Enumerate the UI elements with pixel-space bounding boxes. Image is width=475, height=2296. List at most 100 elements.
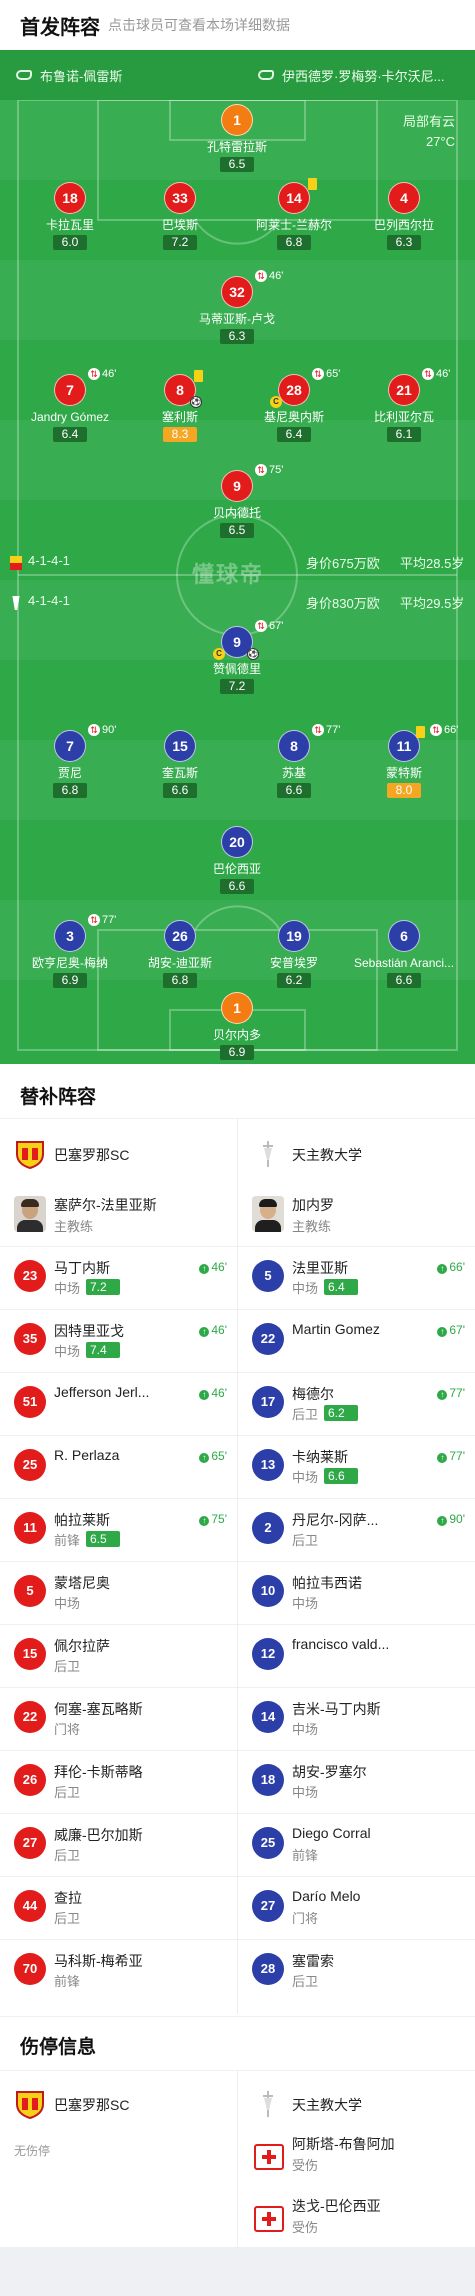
pitch-player[interactable]: 11 ⇅ 66' 蒙特斯 8.0: [344, 724, 464, 799]
home-avg-age: 平均28.5岁: [400, 556, 465, 571]
pitch-player[interactable]: 9 ⇅ 75' 贝内德托 6.5: [177, 464, 297, 539]
medical-kit-icon: [254, 2144, 284, 2170]
pitch-player[interactable]: 8 ⚽ 塞利斯 8.3: [120, 370, 240, 443]
sub-player-row[interactable]: 51 Jefferson Jerl... ↑ 46': [0, 1372, 237, 1435]
player-name: 胡安-罗塞尔: [292, 1764, 367, 1780]
player-name: 蒙塔尼奥: [54, 1575, 110, 1591]
pitch-player[interactable]: 4 巴列西尔拉 6.3: [344, 182, 464, 251]
away-formation: 4-1-4-1: [28, 593, 70, 608]
pitch-player[interactable]: 6 Sebastián Aranci... 6.6: [344, 920, 464, 989]
home-coach-avatar: [14, 1196, 46, 1232]
home-coach-name[interactable]: 布鲁诺-佩雷斯: [40, 66, 122, 85]
sub-player-row[interactable]: 27 Darío Melo 门将: [238, 1876, 475, 1939]
pitch-player[interactable]: 15 奎瓦斯 6.6: [120, 730, 240, 799]
sub-player-row[interactable]: 2 丹尼尔-冈萨... 后卫 ↑ 90': [238, 1498, 475, 1561]
player-rating: 6.2: [324, 1405, 358, 1421]
pitch-player[interactable]: 3 ⇅ 77' 欧亨尼奥-梅纳 6.9: [10, 914, 130, 989]
player-name: Jefferson Jerl...: [54, 1384, 150, 1400]
away-flag-icon: [12, 596, 20, 610]
player-position: 中场: [292, 1596, 319, 1611]
sub-player-row[interactable]: 25 Diego Corral 前锋: [238, 1813, 475, 1876]
pitch-player[interactable]: 9 C ⚽ ⇅ 67' 赞佩德里 7.2: [177, 620, 297, 695]
player-name: 帕拉韦西诺: [292, 1575, 362, 1591]
home-club-name[interactable]: 巴塞罗那SC: [54, 1145, 129, 1165]
inj-away-club-name[interactable]: 天主教大学: [292, 2095, 362, 2115]
sub-in-time: ↑ 46': [199, 1260, 227, 1274]
pitch-player[interactable]: 8 ⇅ 77' 苏基 6.6: [234, 724, 354, 799]
pitch-player[interactable]: 1 孔特雷拉斯 6.5: [177, 104, 297, 173]
pitch-player[interactable]: 18 卡拉瓦里 6.0: [10, 182, 130, 251]
pitch-player[interactable]: 7 ⇅ 90' 贾尼 6.8: [10, 724, 130, 799]
home-sub-coach-name[interactable]: 塞萨尔-法里亚斯: [54, 1195, 157, 1215]
page-bottom-gap: [0, 2247, 475, 2296]
player-name: 马丁内斯: [54, 1260, 110, 1276]
sub-player-row[interactable]: 17 梅德尔 后卫 6.2 ↑ 77': [238, 1372, 475, 1435]
sub-player-row[interactable]: 23 马丁内斯 中场 7.2 ↑ 46': [0, 1246, 237, 1309]
injured-player-name[interactable]: 迭戈-巴伦西亚: [292, 2196, 381, 2216]
sub-player-row[interactable]: 22 何塞-塞瓦略斯 门将: [0, 1687, 237, 1750]
page-subtitle: 点击球员可查看本场详细数据: [108, 17, 290, 33]
home-club-logo: [16, 2091, 44, 2120]
sub-player-row[interactable]: 70 马科斯-梅希亚 前锋: [0, 1939, 237, 2002]
player-name: 吉米-马丁内斯: [292, 1701, 381, 1717]
sub-out-icon: ⇅: [312, 368, 324, 380]
player-number: 13: [252, 1449, 284, 1481]
away-sub-coach-name[interactable]: 加内罗: [292, 1195, 334, 1215]
sub-player-row[interactable]: 28 塞雷索 后卫: [238, 1939, 475, 2002]
captain-icon: C: [270, 396, 282, 408]
pitch-player[interactable]: 26 胡安-迪亚斯 6.8: [120, 920, 240, 989]
yellow-card-icon: [416, 726, 425, 738]
sub-player-row[interactable]: 10 帕拉韦西诺 中场: [238, 1561, 475, 1624]
sub-minute: 75': [269, 464, 284, 476]
player-name: 卡纳莱斯: [292, 1449, 348, 1465]
pitch-player[interactable]: 14 阿莱士-兰赫尔 6.8: [234, 178, 354, 251]
sub-player-row[interactable]: 22 Martin Gomez ↑ 67': [238, 1309, 475, 1372]
pitch-player[interactable]: 20 巴伦西亚 6.6: [177, 826, 297, 895]
sub-in-time: ↑ 67': [437, 1323, 465, 1337]
away-club-name[interactable]: 天主教大学: [292, 1145, 362, 1165]
pitch-player[interactable]: 19 安普埃罗 6.2: [234, 920, 354, 989]
player-position: 后卫: [54, 1911, 81, 1926]
sub-in-icon: ↑: [437, 1453, 448, 1463]
sub-player-row[interactable]: 5 法里亚斯 中场 6.4 ↑ 66': [238, 1246, 475, 1309]
player-name: 塞雷索: [292, 1953, 334, 1969]
sub-player-row[interactable]: 11 帕拉莱斯 前锋 6.5 ↑ 75': [0, 1498, 237, 1561]
sub-player-row[interactable]: 26 拜伦-卡斯蒂略 后卫: [0, 1750, 237, 1813]
away-coach-name[interactable]: 伊西德罗·罗梅努·卡尔沃尼...: [282, 66, 445, 85]
injury-status: 受伤: [292, 2158, 319, 2173]
sub-out-icon: ⇅: [430, 724, 442, 736]
pitch-player[interactable]: 21 ⇅ 46' 比利亚尔瓦 6.1: [344, 368, 464, 443]
sub-player-row[interactable]: 18 胡安-罗塞尔 中场: [238, 1750, 475, 1813]
home-sub-coach-role: 主教练: [54, 1219, 94, 1234]
sub-player-row[interactable]: 15 佩尔拉萨 后卫: [0, 1624, 237, 1687]
sub-minute: 90': [102, 724, 117, 736]
sub-player-row[interactable]: 14 吉米-马丁内斯 中场: [238, 1687, 475, 1750]
pitch-player[interactable]: 33 巴埃斯 7.2: [120, 182, 240, 251]
injured-player-name[interactable]: 阿斯塔-布鲁阿加: [292, 2134, 395, 2154]
player-rating: 6.6: [324, 1468, 358, 1484]
player-number: 35: [14, 1323, 46, 1355]
sub-player-row[interactable]: 5 蒙塔尼奥 中场: [0, 1561, 237, 1624]
sub-player-row[interactable]: 12 francisco vald...: [238, 1624, 475, 1687]
sub-player-row[interactable]: 25 R. Perlaza ↑ 65': [0, 1435, 237, 1498]
pitch-player[interactable]: 7 ⇅ 46' Jandry Gómez 6.4: [10, 368, 130, 443]
sub-player-row[interactable]: 44 查拉 后卫: [0, 1876, 237, 1939]
pitch-player[interactable]: 28 C ⇅ 65' 基尼奥内斯 6.4: [234, 368, 354, 443]
pitch-player[interactable]: 32 ⇅ 46' 马蒂亚斯-卢戈 6.3: [177, 270, 297, 345]
sub-in-time: ↑ 75': [199, 1512, 227, 1526]
pitch-player[interactable]: 1 贝尔内多 6.9: [177, 992, 297, 1061]
sub-in-icon: ↑: [437, 1327, 448, 1337]
sub-in-icon: ↑: [199, 1516, 210, 1526]
player-number: 5: [14, 1575, 46, 1607]
sub-in-time: ↑ 65': [199, 1449, 227, 1463]
sub-in-time: ↑ 90': [437, 1512, 465, 1526]
whistle-icon: [258, 70, 274, 80]
player-name: R. Perlaza: [54, 1447, 120, 1463]
inj-home-club-name[interactable]: 巴塞罗那SC: [54, 2095, 129, 2115]
sub-player-row[interactable]: 35 因特里亚戈 中场 7.4 ↑ 46': [0, 1309, 237, 1372]
sub-player-row[interactable]: 27 威廉-巴尔加斯 后卫: [0, 1813, 237, 1876]
medical-kit-icon: [254, 2206, 284, 2232]
player-name: Darío Melo: [292, 1888, 361, 1904]
goal-ball-icon: ⚽: [247, 648, 259, 660]
sub-player-row[interactable]: 13 卡纳莱斯 中场 6.6 ↑ 77': [238, 1435, 475, 1498]
